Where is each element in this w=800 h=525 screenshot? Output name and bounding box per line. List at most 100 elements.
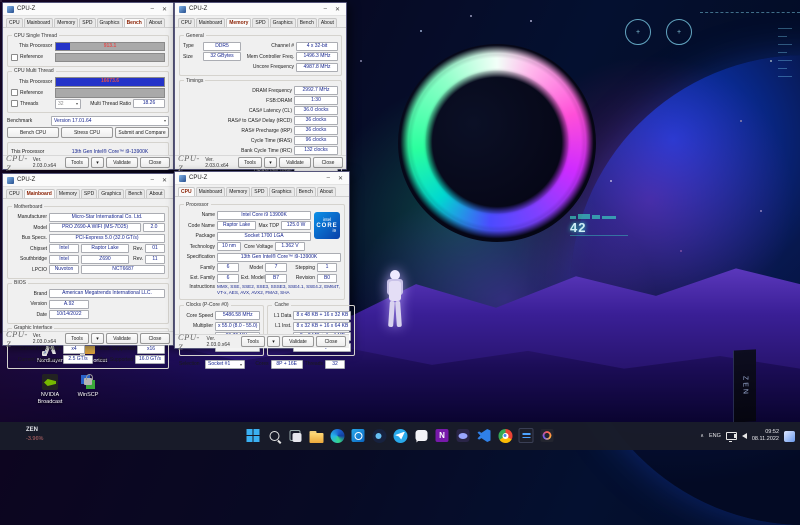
tab-spd[interactable]: SPD	[252, 18, 268, 27]
threads-select[interactable]: 32▾	[55, 99, 81, 109]
minimize-icon[interactable]: –	[324, 175, 333, 181]
socket-select[interactable]: Socket #1▾	[205, 360, 245, 370]
tab-about[interactable]: About	[318, 18, 337, 27]
tab-bench[interactable]: Bench	[124, 18, 145, 27]
tools-button[interactable]: Tools	[238, 157, 262, 168]
tab-cpu[interactable]: CPU	[6, 18, 23, 27]
tab-graphics[interactable]: Graphics	[97, 18, 123, 27]
reference-checkbox[interactable]	[11, 54, 18, 61]
tray-app-icon[interactable]	[784, 431, 795, 442]
tab-memory[interactable]: Memory	[56, 189, 80, 198]
stock-widget[interactable]: ZEN -3.96%	[26, 426, 43, 444]
tab-bench[interactable]: Bench	[297, 18, 317, 27]
clock[interactable]: 09:52 08.11.2022	[752, 429, 779, 443]
tools-dropdown-arrow[interactable]: ▾	[91, 333, 104, 344]
file-explorer-icon[interactable]	[308, 427, 325, 444]
vscode-icon[interactable]	[476, 427, 493, 444]
steam-icon[interactable]	[371, 427, 388, 444]
tab-mainboard[interactable]: Mainboard	[24, 189, 55, 198]
titlebar[interactable]: CPU-Z – ✕	[175, 172, 349, 185]
close-icon[interactable]: ✕	[160, 177, 169, 184]
submit-and-compare-button[interactable]: Submit and Compare	[115, 127, 169, 138]
edge-icon[interactable]	[329, 427, 346, 444]
desktop-icon-winscp[interactable]: WinSCP	[66, 374, 110, 399]
tab-about[interactable]: About	[146, 189, 165, 198]
tab-spd[interactable]: SPD	[81, 189, 97, 198]
minimize-icon[interactable]: –	[148, 6, 157, 12]
messages-icon[interactable]	[413, 427, 430, 444]
tab-about[interactable]: About	[146, 18, 165, 27]
link-width-value: x4	[63, 345, 85, 354]
family-value: 6	[217, 263, 239, 272]
tab-spd[interactable]: SPD	[79, 18, 95, 27]
validate-button[interactable]: Validate	[279, 157, 311, 168]
tab-mainboard[interactable]: Mainboard	[196, 187, 226, 196]
tab-memory[interactable]: Memory	[54, 18, 78, 27]
tab-cpu[interactable]: CPU	[178, 187, 195, 196]
close-icon[interactable]: ✕	[333, 6, 342, 13]
start-icon[interactable]	[245, 427, 262, 444]
tab-mainboard[interactable]: Mainboard	[24, 18, 54, 27]
bench-cpu-button[interactable]: Bench CPU	[7, 127, 59, 138]
processor-name-text: 13th Gen Intel® Core™ i9-13900K	[55, 149, 165, 155]
tools-button[interactable]: Tools	[65, 333, 89, 344]
color-ring-app-icon[interactable]	[539, 427, 556, 444]
type-value: DDR5	[203, 42, 241, 51]
cpuz-window-bench: CPU-Z – ✕ CPU Mainboard Memory SPD Graph…	[2, 2, 174, 170]
task-view-icon[interactable]	[287, 427, 304, 444]
tab-bench[interactable]: Bench	[296, 187, 316, 196]
close-button[interactable]: Close	[140, 157, 170, 168]
tools-button[interactable]: Tools	[241, 336, 265, 347]
minimize-icon[interactable]: –	[321, 6, 330, 12]
validate-button[interactable]: Validate	[282, 336, 314, 347]
language-indicator[interactable]: ENG	[709, 433, 721, 439]
validate-button[interactable]: Validate	[106, 333, 138, 344]
benchmark-version-select[interactable]: Version 17.01.64▾	[51, 116, 169, 126]
titlebar[interactable]: CPU-Z – ✕	[175, 3, 346, 16]
close-icon[interactable]: ✕	[336, 175, 345, 182]
close-button[interactable]: Close	[140, 333, 170, 344]
close-button[interactable]: Close	[316, 336, 346, 347]
titlebar[interactable]: CPU-Z – ✕	[3, 174, 173, 187]
tools-dropdown-arrow[interactable]: ▾	[264, 157, 277, 168]
volume-icon[interactable]	[742, 433, 747, 439]
tab-memory[interactable]: Memory	[226, 18, 251, 27]
specification-value: 13th Gen Intel® Core™ i9-13900K	[217, 253, 341, 262]
close-icon[interactable]: ✕	[160, 6, 169, 13]
discord-icon[interactable]	[455, 427, 472, 444]
outlook-icon[interactable]	[350, 427, 367, 444]
package-label: Package	[183, 233, 215, 239]
cpuz-app-icon	[7, 177, 14, 184]
onenote-icon[interactable]: N	[434, 427, 451, 444]
tab-about[interactable]: About	[317, 187, 336, 196]
tab-bench[interactable]: Bench	[125, 189, 145, 198]
tab-graphics[interactable]: Graphics	[270, 18, 296, 27]
cpuz-window-mainboard: CPU-Z – ✕ CPU Mainboard Memory SPD Graph…	[2, 173, 174, 346]
tab-cpu[interactable]: CPU	[178, 18, 195, 27]
reference-checkbox[interactable]	[11, 89, 18, 96]
close-button[interactable]: Close	[313, 157, 343, 168]
titlebar[interactable]: CPU-Z – ✕	[3, 3, 173, 16]
validate-button[interactable]: Validate	[106, 157, 138, 168]
tab-cpu[interactable]: CPU	[6, 189, 23, 198]
tools-dropdown-arrow[interactable]: ▾	[267, 336, 280, 347]
tray-expand-icon[interactable]: ∧	[700, 433, 704, 439]
tools-dropdown-arrow[interactable]: ▾	[91, 157, 104, 168]
minimize-icon[interactable]: –	[148, 177, 157, 183]
tab-memory[interactable]: Memory	[226, 187, 250, 196]
tab-spd[interactable]: SPD	[251, 187, 267, 196]
technology-value: 10 nm	[217, 242, 241, 251]
chrome-icon[interactable]	[497, 427, 514, 444]
stress-cpu-button[interactable]: Stress CPU	[61, 127, 113, 138]
group-label: Motherboard	[12, 204, 44, 210]
blue-lines-app-icon[interactable]	[518, 427, 535, 444]
threads-checkbox[interactable]	[11, 100, 18, 107]
tab-graphics[interactable]: Graphics	[269, 187, 295, 196]
tab-strip: CPU Mainboard Memory SPD Graphics Bench …	[175, 16, 346, 28]
model-rev-value: 2.0	[143, 223, 165, 232]
tab-graphics[interactable]: Graphics	[98, 189, 124, 198]
tab-mainboard[interactable]: Mainboard	[196, 18, 226, 27]
tools-button[interactable]: Tools	[65, 157, 89, 168]
search-icon[interactable]	[266, 427, 283, 444]
telegram-icon[interactable]	[392, 427, 409, 444]
